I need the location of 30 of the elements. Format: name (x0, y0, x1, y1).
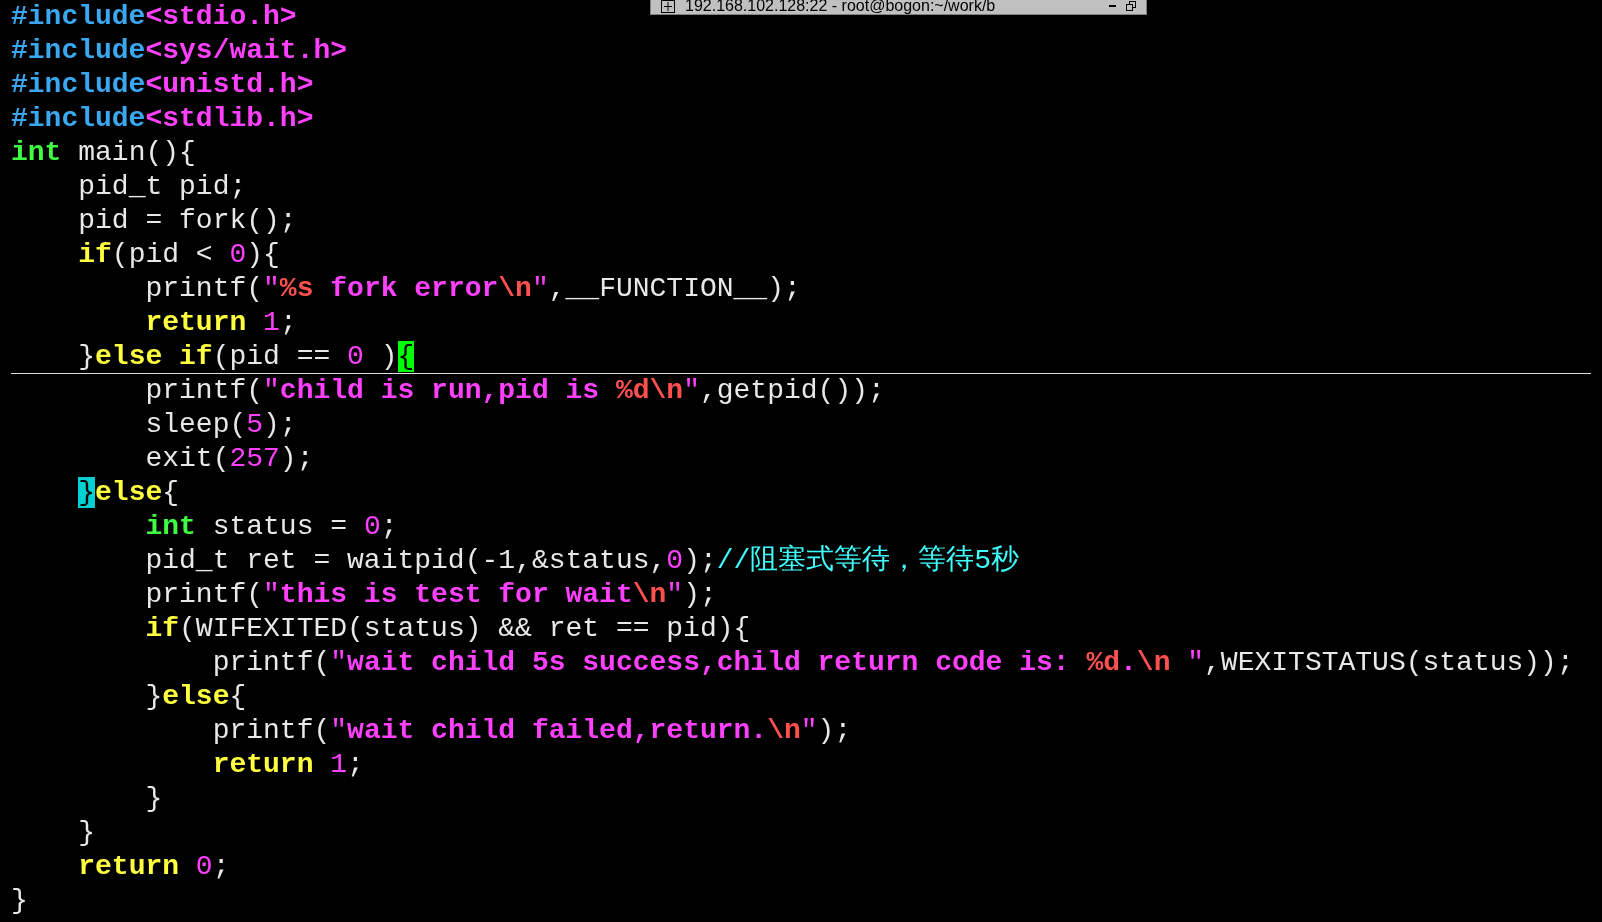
code-line: return 1; (144, 306, 297, 340)
code-line: #include<stdio.h> (11, 0, 297, 34)
code-line: } (144, 782, 163, 816)
code-line: printf("child is run,pid is %d\n",getpid()); (144, 374, 885, 408)
code-line: }else{ (144, 680, 247, 714)
code-line: #include<stdlib.h> (11, 102, 314, 136)
code-line: printf("this is test for wait\n"); (144, 578, 717, 612)
window-title: 192.168.102.128:22 - root@bogon:~/work/b (685, 0, 996, 14)
code-line: pid = fork(); (77, 204, 297, 238)
code-line: } (77, 816, 96, 850)
code-line: pid_t pid; (77, 170, 247, 204)
code-line: int main(){ (11, 136, 196, 170)
code-line: if(pid < 0){ (77, 238, 280, 272)
code-line: printf("wait child 5s success,child return code is: %d.\n ",WEXITSTATUS(status)); (211, 646, 1574, 680)
code-line: pid_t ret = waitpid(-1,&status,0);//阻塞式等待，等待5秒 (144, 544, 1020, 578)
code-line: #include<sys/wait.h> (11, 34, 348, 68)
code-line: exit(257); (144, 442, 314, 476)
code-line: printf("wait child failed,return.\n"); (211, 714, 852, 748)
code-line: #include<unistd.h> (11, 68, 314, 102)
plus-box-icon[interactable] (661, 0, 675, 13)
code-line: printf("%s fork error\n",__FUNCTION__); (144, 272, 801, 306)
code-line: sleep(5); (144, 408, 297, 442)
code-line: }else{ (77, 476, 180, 510)
code-line: return 1; (211, 748, 364, 782)
code-line: } (11, 884, 28, 918)
restore-icon[interactable] (1126, 1, 1136, 11)
code-line: return 0; (77, 850, 230, 884)
code-line: if(WIFEXITED(status) && ret == pid){ (144, 612, 751, 646)
code-line: int status = 0; (144, 510, 398, 544)
code-line: }else if(pid == 0 ){ (11, 340, 1591, 374)
